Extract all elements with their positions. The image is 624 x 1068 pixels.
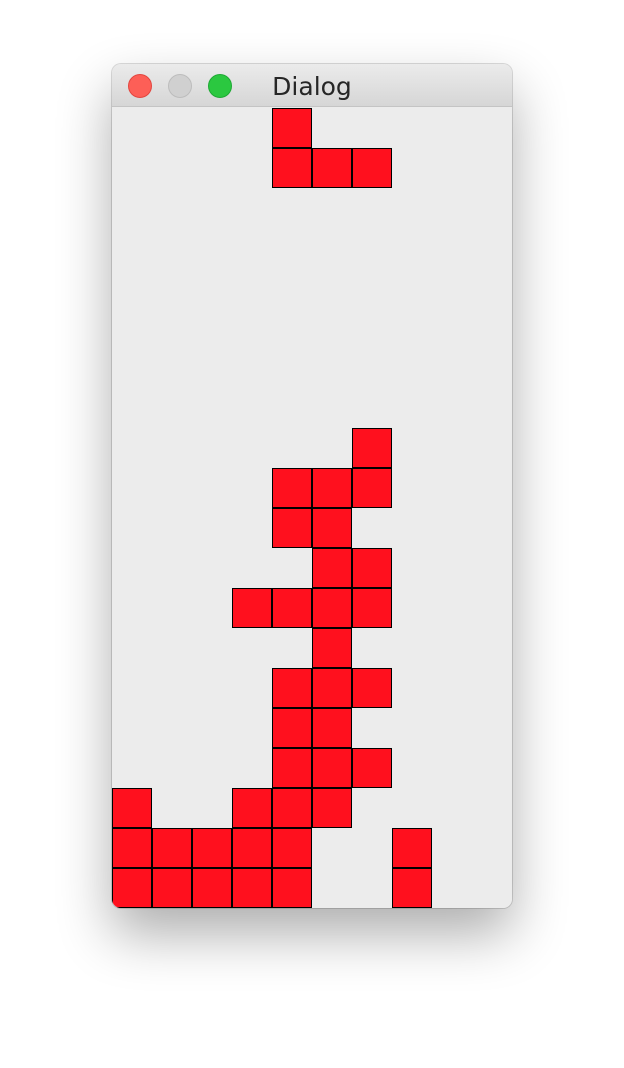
dialog-window: Dialog bbox=[112, 64, 512, 908]
settled-block bbox=[352, 668, 392, 708]
falling-piece-block bbox=[272, 148, 312, 188]
settled-block bbox=[232, 588, 272, 628]
settled-block bbox=[312, 508, 352, 548]
settled-block bbox=[312, 708, 352, 748]
settled-block bbox=[272, 748, 312, 788]
settled-block bbox=[272, 788, 312, 828]
settled-block bbox=[312, 588, 352, 628]
settled-block bbox=[152, 828, 192, 868]
settled-block bbox=[272, 868, 312, 908]
settled-block bbox=[312, 788, 352, 828]
settled-block bbox=[312, 748, 352, 788]
settled-block bbox=[352, 428, 392, 468]
settled-block bbox=[112, 828, 152, 868]
settled-block bbox=[312, 668, 352, 708]
settled-block bbox=[272, 708, 312, 748]
settled-block bbox=[392, 828, 432, 868]
falling-piece-block bbox=[312, 148, 352, 188]
settled-block bbox=[352, 588, 392, 628]
settled-block bbox=[232, 828, 272, 868]
falling-piece-block bbox=[272, 108, 312, 148]
settled-block bbox=[352, 468, 392, 508]
settled-block bbox=[192, 828, 232, 868]
falling-piece-block bbox=[352, 148, 392, 188]
settled-block bbox=[232, 868, 272, 908]
settled-block bbox=[112, 868, 152, 908]
settled-block bbox=[232, 788, 272, 828]
settled-block bbox=[112, 788, 152, 828]
settled-block bbox=[272, 828, 312, 868]
settled-block bbox=[192, 868, 232, 908]
title-bar[interactable]: Dialog bbox=[112, 64, 512, 107]
settled-block bbox=[312, 468, 352, 508]
settled-block bbox=[272, 668, 312, 708]
settled-block bbox=[272, 508, 312, 548]
settled-block bbox=[152, 868, 192, 908]
window-title: Dialog bbox=[272, 72, 352, 101]
settled-block bbox=[392, 868, 432, 908]
settled-block bbox=[312, 628, 352, 668]
settled-block bbox=[272, 588, 312, 628]
game-board[interactable] bbox=[112, 108, 512, 908]
settled-block bbox=[272, 468, 312, 508]
settled-block bbox=[352, 548, 392, 588]
settled-block bbox=[352, 748, 392, 788]
settled-block bbox=[312, 548, 352, 588]
